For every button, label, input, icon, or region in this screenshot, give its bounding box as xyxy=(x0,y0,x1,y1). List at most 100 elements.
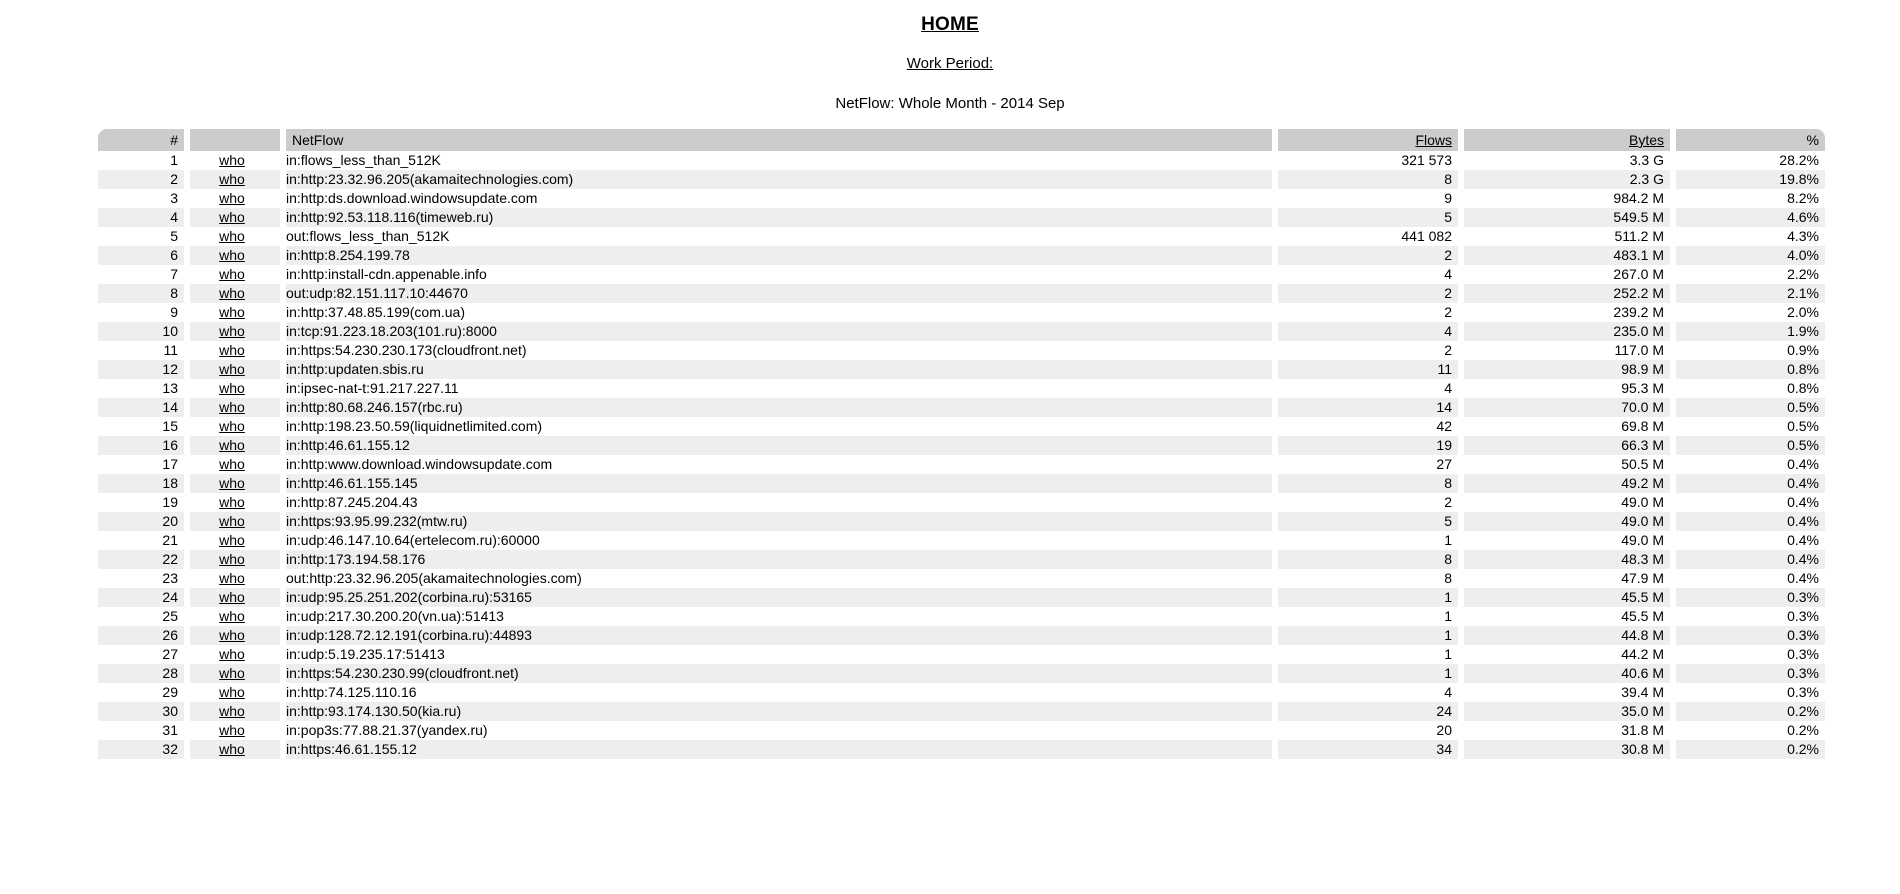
report-subtitle: NetFlow: Whole Month - 2014 Sep xyxy=(835,95,1065,112)
who-link[interactable]: who xyxy=(219,627,245,643)
cell-who[interactable]: who xyxy=(190,189,280,208)
who-link[interactable]: who xyxy=(219,266,245,282)
column-header-netflow[interactable]: NetFlow xyxy=(286,129,1272,151)
who-link[interactable]: who xyxy=(219,475,245,491)
cell-who[interactable]: who xyxy=(190,436,280,455)
cell-who[interactable]: who xyxy=(190,151,280,170)
cell-percent: 1.9% xyxy=(1676,322,1825,341)
cell-who[interactable]: who xyxy=(190,398,280,417)
cell-rank: 15 xyxy=(98,417,184,436)
who-link[interactable]: who xyxy=(219,323,245,339)
who-link[interactable]: who xyxy=(219,228,245,244)
who-link[interactable]: who xyxy=(219,741,245,757)
cell-who[interactable]: who xyxy=(190,360,280,379)
who-link[interactable]: who xyxy=(219,513,245,529)
cell-bytes: 44.2 M xyxy=(1464,645,1670,664)
cell-percent: 2.2% xyxy=(1676,265,1825,284)
who-link[interactable]: who xyxy=(219,703,245,719)
who-link[interactable]: who xyxy=(219,152,245,168)
cell-who[interactable]: who xyxy=(190,227,280,246)
cell-flows: 4 xyxy=(1278,322,1458,341)
cell-who[interactable]: who xyxy=(190,208,280,227)
cell-netflow: in:http:74.125.110.16 xyxy=(286,683,1272,702)
cell-who[interactable]: who xyxy=(190,626,280,645)
cell-who[interactable]: who xyxy=(190,512,280,531)
who-link[interactable]: who xyxy=(219,665,245,681)
cell-who[interactable]: who xyxy=(190,645,280,664)
column-header-percent[interactable]: % xyxy=(1676,129,1825,151)
column-header-rank[interactable]: # xyxy=(98,129,184,151)
cell-who[interactable]: who xyxy=(190,531,280,550)
who-link[interactable]: who xyxy=(219,456,245,472)
cell-netflow: in:ipsec-nat-t:91.217.227.11 xyxy=(286,379,1272,398)
cell-who[interactable]: who xyxy=(190,474,280,493)
cell-who[interactable]: who xyxy=(190,569,280,588)
cell-flows: 8 xyxy=(1278,550,1458,569)
who-link[interactable]: who xyxy=(219,171,245,187)
cell-who[interactable]: who xyxy=(190,341,280,360)
cell-who[interactable]: who xyxy=(190,417,280,436)
cell-bytes: 3.3 G xyxy=(1464,151,1670,170)
who-link[interactable]: who xyxy=(219,608,245,624)
cell-who[interactable]: who xyxy=(190,721,280,740)
who-link[interactable]: who xyxy=(219,361,245,377)
cell-rank: 18 xyxy=(98,474,184,493)
cell-who[interactable]: who xyxy=(190,170,280,189)
cell-who[interactable]: who xyxy=(190,322,280,341)
cell-flows: 4 xyxy=(1278,379,1458,398)
cell-flows: 1 xyxy=(1278,626,1458,645)
who-link[interactable]: who xyxy=(219,304,245,320)
who-link[interactable]: who xyxy=(219,437,245,453)
cell-who[interactable]: who xyxy=(190,588,280,607)
cell-who[interactable]: who xyxy=(190,265,280,284)
cell-percent: 8.2% xyxy=(1676,189,1825,208)
cell-flows: 5 xyxy=(1278,512,1458,531)
who-link[interactable]: who xyxy=(219,570,245,586)
cell-who[interactable]: who xyxy=(190,664,280,683)
who-link[interactable]: who xyxy=(219,551,245,567)
table-row: 23 who out:http:23.32.96.205(akamaitechnol… xyxy=(98,569,1825,588)
cell-percent: 0.3% xyxy=(1676,588,1825,607)
who-link[interactable]: who xyxy=(219,190,245,206)
who-link[interactable]: who xyxy=(219,342,245,358)
column-header-flows[interactable]: Flows xyxy=(1278,129,1458,151)
cell-netflow: in:http:ds.download.windowsupdate.com xyxy=(286,189,1272,208)
who-link[interactable]: who xyxy=(219,418,245,434)
table-row: 6 who in:http:8.254.199.78 2 483.1 M 4.0% xyxy=(98,246,1825,265)
column-header-bytes-label: Bytes xyxy=(1628,132,1664,148)
who-link[interactable]: who xyxy=(219,494,245,510)
who-link[interactable]: who xyxy=(219,646,245,662)
cell-flows: 1 xyxy=(1278,664,1458,683)
cell-who[interactable]: who xyxy=(190,379,280,398)
cell-flows: 34 xyxy=(1278,740,1458,759)
cell-flows: 4 xyxy=(1278,683,1458,702)
cell-rank: 4 xyxy=(98,208,184,227)
cell-who[interactable]: who xyxy=(190,607,280,626)
cell-bytes: 984.2 M xyxy=(1464,189,1670,208)
who-link[interactable]: who xyxy=(219,589,245,605)
column-header-bytes[interactable]: Bytes xyxy=(1464,129,1670,151)
cell-who[interactable]: who xyxy=(190,740,280,759)
cell-who[interactable]: who xyxy=(190,702,280,721)
who-link[interactable]: who xyxy=(219,209,245,225)
who-link[interactable]: who xyxy=(219,532,245,548)
who-link[interactable]: who xyxy=(219,684,245,700)
cell-bytes: 267.0 M xyxy=(1464,265,1670,284)
cell-who[interactable]: who xyxy=(190,455,280,474)
cell-who[interactable]: who xyxy=(190,246,280,265)
cell-who[interactable]: who xyxy=(190,493,280,512)
column-header-netflow-label: NetFlow xyxy=(292,132,344,148)
cell-who[interactable]: who xyxy=(190,550,280,569)
cell-who[interactable]: who xyxy=(190,683,280,702)
cell-who[interactable]: who xyxy=(190,284,280,303)
work-period-label[interactable]: Work Period: xyxy=(0,55,1900,72)
cell-bytes: 511.2 M xyxy=(1464,227,1670,246)
cell-who[interactable]: who xyxy=(190,303,280,322)
who-link[interactable]: who xyxy=(219,247,245,263)
who-link[interactable]: who xyxy=(219,399,245,415)
cell-flows: 1 xyxy=(1278,645,1458,664)
who-link[interactable]: who xyxy=(219,285,245,301)
who-link[interactable]: who xyxy=(219,722,245,738)
who-link[interactable]: who xyxy=(219,380,245,396)
table-row: 21 who in:udp:46.147.10.64(ertelecom.ru):6… xyxy=(98,531,1825,550)
